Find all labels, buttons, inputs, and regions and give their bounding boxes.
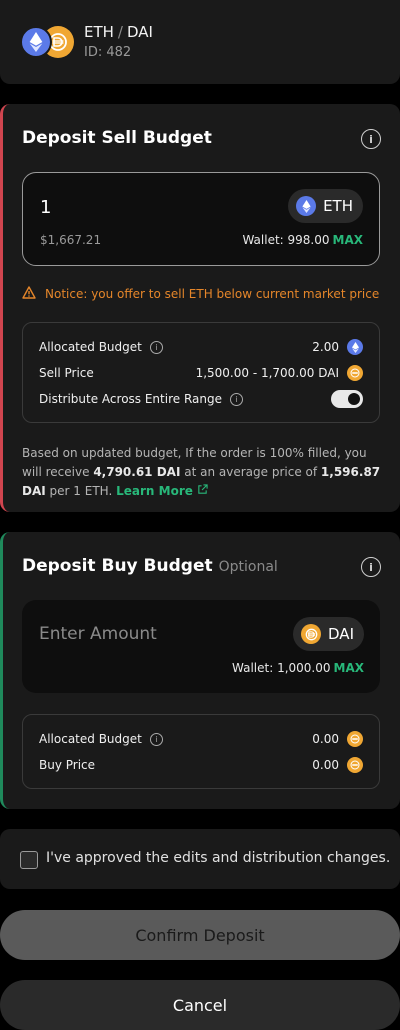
pair-names: ETH / DAI [84,23,153,41]
budget-summary: Based on updated budget, If the order is… [22,444,382,501]
allocated-value: 0.00 [312,732,339,746]
info-icon[interactable]: i [361,129,381,149]
allocated-label: Allocated Budget [39,340,142,354]
sell-card-title: Deposit Sell Budget [22,128,212,148]
allocated-value: 2.00 [312,340,339,354]
ethereum-icon [20,26,52,58]
buy-budget-card: Deposit Buy Budget Optional i Enter Amoun… [0,532,400,809]
learn-more-link[interactable]: Learn More [116,484,208,498]
summary-text: per 1 ETH. [49,484,113,498]
pair-header: ETH / DAI ID: 482 [0,0,400,84]
base-token: ETH [84,23,114,41]
sell-token-label: ETH [323,197,353,215]
optional-label: Optional [218,559,278,575]
allocated-label: Allocated Budget [39,732,142,746]
external-link-icon[interactable] [197,484,208,498]
sell-wallet-balance: Wallet: 998.00 MAX [242,233,363,247]
sell-price-row: Sell Price 1,500.00 - 1,700.00 DAI [39,363,363,383]
sell-budget-card: Deposit Sell Budget i 1 ETH $1,667.21 Wa… [0,104,400,512]
buy-token-label: DAI [328,625,354,643]
approval-checkbox[interactable] [20,851,38,869]
sell-amount-input[interactable]: 1 ETH $1,667.21 Wallet: 998.00 MAX [22,172,380,266]
sell-allocated-row: Allocated Budget i 2.00 [39,337,363,357]
sell-details: Allocated Budget i 2.00 Sell Price 1,500.… [22,322,380,423]
buy-token-selector[interactable]: DAI [293,617,364,651]
dai-icon [301,624,322,644]
dai-icon [347,365,363,381]
distribute-row: Distribute Across Entire Range i [39,389,363,409]
distribute-toggle[interactable] [331,390,363,408]
warning-icon [22,286,36,302]
buy-title-text: Deposit Buy Budget [22,556,213,576]
confirm-deposit-button[interactable]: Confirm Deposit [0,910,400,960]
sell-price-label: Sell Price [39,366,94,380]
quote-token: DAI [126,23,153,41]
cancel-button[interactable]: Cancel [0,980,400,1030]
notice-text: Notice: you offer to sell ETH below curr… [45,287,380,301]
buy-amount-input[interactable]: Enter Amount DAI Wallet: 1,000.00 MAX [22,600,380,693]
buy-details: Allocated Budget i 0.00 Buy Price 0.00 [22,714,380,789]
buy-allocated-row: Allocated Budget i 0.00 [39,729,363,749]
sell-amount-value[interactable]: 1 [40,197,51,218]
info-icon[interactable]: i [361,557,381,577]
learn-more-label[interactable]: Learn More [116,484,193,498]
buy-max-button[interactable]: MAX [334,661,364,675]
buy-price-row: Buy Price 0.00 [39,755,363,775]
ethereum-icon [347,339,363,355]
sell-wallet-text: Wallet: 998.00 [242,233,330,247]
token-pair-icons [20,26,74,58]
toggle-knob [348,393,360,405]
sell-token-selector[interactable]: ETH [288,189,363,223]
info-icon[interactable]: i [149,340,163,354]
info-icon[interactable]: i [149,732,163,746]
summary-text: at an average price of [184,465,318,479]
sell-price-value: 1,500.00 - 1,700.00 DAI [195,366,339,380]
sell-max-button[interactable]: MAX [333,233,363,247]
buy-wallet-balance: Wallet: 1,000.00 MAX [232,661,364,675]
buy-amount-placeholder[interactable]: Enter Amount [39,624,157,644]
buy-wallet-text: Wallet: 1,000.00 [232,661,331,675]
ethereum-icon [296,196,317,216]
pair-separator: / [117,23,123,41]
approval-label[interactable]: I've approved the edits and distribution… [46,850,390,866]
dai-icon [347,757,363,773]
info-icon[interactable]: i [229,392,243,406]
strategy-id: ID: 482 [84,45,132,60]
approval-card: I've approved the edits and distribution… [0,829,400,889]
buy-card-title: Deposit Buy Budget Optional [22,556,278,576]
dai-icon [347,731,363,747]
sell-fiat-value: $1,667.21 [40,233,102,247]
buy-price-label: Buy Price [39,758,96,772]
price-notice: Notice: you offer to sell ETH below curr… [22,286,379,302]
buy-price-value: 0.00 [312,758,339,772]
distribute-label: Distribute Across Entire Range [39,392,222,406]
summary-receive: 4,790.61 DAI [93,465,181,479]
